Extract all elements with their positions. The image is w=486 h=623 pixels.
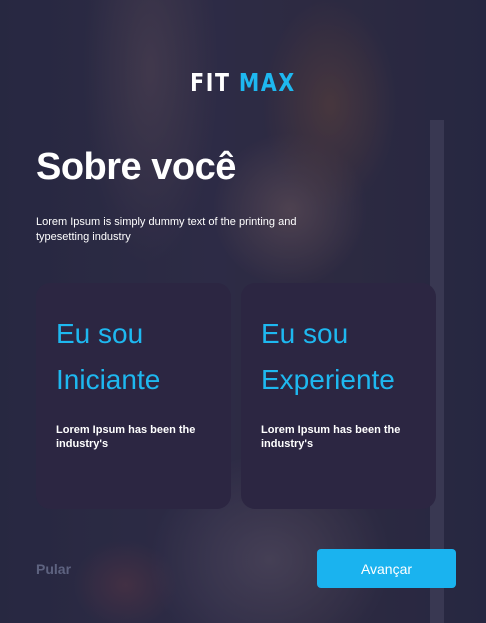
onboarding-screen: FIT MAX Sobre você Lorem Ipsum is simply … <box>0 0 486 623</box>
option-title-line1: Eu sou <box>56 318 144 349</box>
next-button[interactable]: Avançar <box>317 549 456 588</box>
option-title: Eu sou Iniciante <box>56 311 211 403</box>
page-subtitle: Lorem Ipsum is simply dummy text of the … <box>36 216 297 243</box>
logo-fit: FIT <box>190 68 231 97</box>
option-card-experiente[interactable]: Eu sou Experiente Lorem Ipsum has been t… <box>241 283 436 509</box>
option-title: Eu sou Experiente <box>261 311 416 403</box>
option-title-line2: Experiente <box>261 364 395 395</box>
page-title: Sobre você <box>36 146 236 188</box>
skip-link[interactable]: Pular <box>36 561 71 577</box>
option-card-iniciante[interactable]: Eu sou Iniciante Lorem Ipsum has been th… <box>36 283 231 509</box>
logo-max: MAX <box>238 68 296 97</box>
option-title-line2: Iniciante <box>56 364 161 395</box>
option-title-line1: Eu sou <box>261 318 349 349</box>
option-description: Lorem Ipsum has been the industry's <box>56 424 196 450</box>
option-description: Lorem Ipsum has been the industry's <box>261 424 401 450</box>
app-logo: FIT MAX <box>44 68 443 97</box>
